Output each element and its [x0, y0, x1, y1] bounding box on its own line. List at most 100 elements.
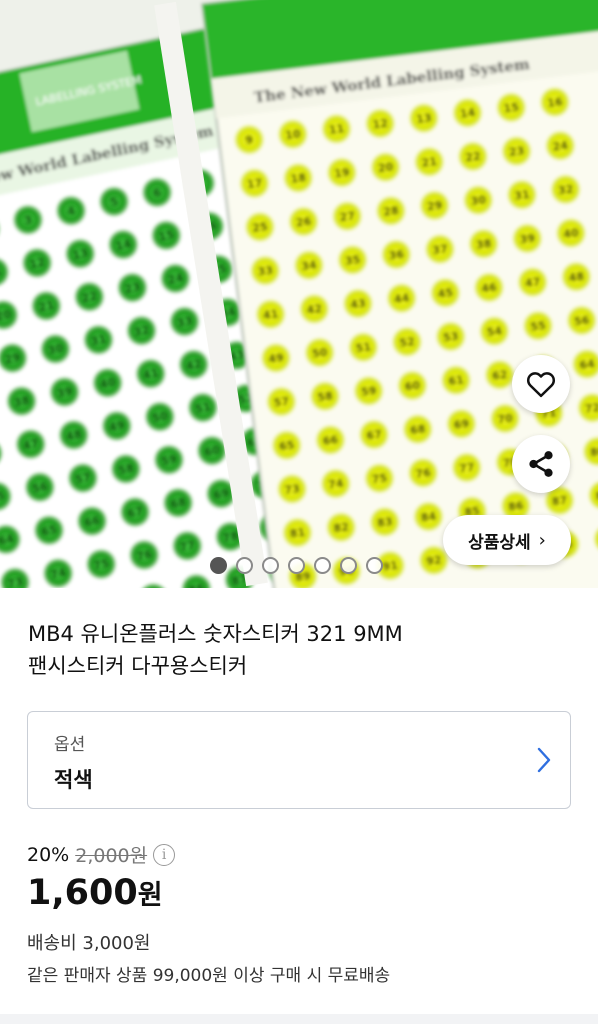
carousel-dot[interactable]	[236, 557, 253, 574]
number-sticker-label: 31	[514, 188, 531, 203]
number-sticker-label: 45	[437, 286, 454, 301]
number-sticker-label: 72	[584, 401, 598, 416]
carousel-dot[interactable]	[366, 557, 383, 574]
number-sticker-label: 75	[371, 471, 388, 486]
number-sticker-label: 87	[551, 494, 568, 509]
number-sticker-label: 70	[497, 412, 514, 427]
number-sticker-label: 11	[328, 122, 345, 137]
chevron-right-icon: ›	[538, 529, 546, 551]
option-value: 적색	[54, 768, 93, 792]
number-sticker-label: 60	[404, 379, 421, 394]
number-sticker-label: 73	[6, 575, 24, 588]
number-sticker-label: 77	[458, 461, 475, 476]
number-sticker-label: 49	[268, 351, 285, 366]
number-sticker-label: 53	[442, 330, 459, 345]
number-sticker-label: 35	[344, 253, 361, 268]
heart-icon	[526, 372, 556, 398]
number-sticker-label: 28	[383, 204, 400, 219]
number-sticker-label: 65	[278, 438, 295, 453]
number-sticker-label: 84	[420, 510, 437, 525]
original-price: 2,000원	[75, 845, 148, 867]
discount-row: 20% 2,000원 i	[27, 841, 176, 868]
like-button[interactable]	[512, 355, 570, 413]
number-sticker-label: 64	[579, 357, 596, 372]
number-sticker-label: 39	[519, 232, 536, 247]
number-sticker-label: 68	[409, 422, 426, 437]
number-sticker-label: 15	[503, 101, 520, 116]
product-title: MB4 유니온플러스 숫자스티커 321 9MM 팬시스티커 다꾸용스티커	[28, 618, 568, 682]
info-icon[interactable]: i	[153, 843, 176, 866]
number-sticker-label: 43	[350, 297, 367, 312]
number-sticker-label: 38	[475, 237, 492, 252]
number-sticker-label: 33	[257, 264, 274, 279]
number-sticker-label: 48	[568, 270, 585, 285]
number-sticker-label: 46	[481, 281, 498, 296]
number-sticker-label: 61	[448, 373, 465, 388]
share-button[interactable]	[512, 435, 570, 493]
product-detail-button[interactable]: 상품상세 ›	[443, 515, 571, 565]
free-shipping-note: 같은 판매자 상품 99,000원 이상 구매 시 무료배송	[27, 966, 391, 986]
number-sticker-label: 69	[453, 417, 470, 432]
number-sticker-label: 73	[284, 482, 301, 497]
number-sticker-label: 36	[388, 248, 405, 263]
number-sticker-label: 18	[290, 171, 307, 186]
number-sticker-label: 12	[372, 117, 389, 132]
number-sticker-label: 91	[382, 559, 399, 574]
product-detail-label: 상품상세	[468, 532, 531, 553]
number-sticker-label: 52	[399, 335, 416, 350]
number-sticker-label: 81	[289, 526, 306, 541]
number-sticker-label: 17	[246, 176, 263, 191]
number-sticker-label: 56	[573, 314, 590, 329]
number-sticker-label: 20	[377, 160, 394, 175]
number-sticker-label: 80	[589, 445, 598, 460]
carousel-dot[interactable]	[262, 557, 279, 574]
number-sticker-label: 47	[524, 275, 541, 290]
number-sticker-label: 40	[563, 226, 580, 241]
number-sticker-label: 62	[491, 368, 508, 383]
number-sticker-label: 50	[311, 346, 328, 361]
number-sticker-label: 21	[421, 155, 438, 170]
number-sticker-label: 57	[273, 395, 290, 410]
number-sticker-label: 54	[486, 324, 503, 339]
sale-price-unit: 원	[137, 880, 163, 911]
option-label: 옵션	[54, 735, 86, 755]
sale-price-number: 1,600	[27, 873, 138, 913]
number-sticker-label: 58	[317, 389, 334, 404]
option-selector[interactable]: 옵션 적색	[27, 711, 571, 809]
number-sticker-label: 26	[295, 215, 312, 230]
number-sticker-label: 51	[355, 340, 372, 355]
number-sticker-label: 10	[285, 127, 302, 142]
carousel-dot[interactable]	[314, 557, 331, 574]
number-sticker-label: 67	[366, 428, 383, 443]
number-sticker-label: 19	[334, 166, 351, 181]
product-photo: The New World Labelling System LABELLING…	[0, 0, 598, 588]
number-sticker-label: 42	[306, 302, 323, 317]
carousel-dot[interactable]	[210, 557, 227, 574]
product-title-line2: 팬시스티커 다꾸용스티커	[28, 654, 248, 678]
number-sticker-label: 86	[507, 499, 524, 514]
number-sticker-label: 24	[552, 139, 569, 154]
number-sticker-label: 9	[245, 133, 254, 147]
number-sticker-label: 22	[465, 150, 482, 165]
product-image-carousel[interactable]: The New World Labelling System LABELLING…	[0, 0, 598, 588]
carousel-dot[interactable]	[288, 557, 305, 574]
number-sticker-label: 41	[262, 307, 279, 322]
number-sticker-label: 14	[459, 106, 476, 121]
number-sticker-label: 92	[425, 553, 442, 568]
number-sticker-label: 76	[415, 466, 432, 481]
number-sticker-label: 29	[426, 199, 443, 214]
number-sticker-label: 66	[322, 433, 339, 448]
carousel-indicator	[210, 557, 383, 574]
shipping-fee: 배송비 3,000원	[27, 933, 151, 954]
number-sticker-label: 27	[339, 209, 356, 224]
number-sticker-label: 16	[547, 95, 564, 110]
product-title-line1: MB4 유니온플러스 숫자스티커 321 9MM	[28, 622, 403, 646]
share-icon	[529, 451, 553, 477]
number-sticker-label: 44	[393, 291, 410, 306]
number-sticker-label: 25	[252, 220, 269, 235]
sale-price: 1,600 원	[27, 873, 163, 913]
number-sticker-label: 34	[301, 258, 318, 273]
number-sticker-label: 23	[508, 144, 525, 159]
number-sticker-label: 82	[333, 520, 350, 535]
carousel-dot[interactable]	[340, 557, 357, 574]
